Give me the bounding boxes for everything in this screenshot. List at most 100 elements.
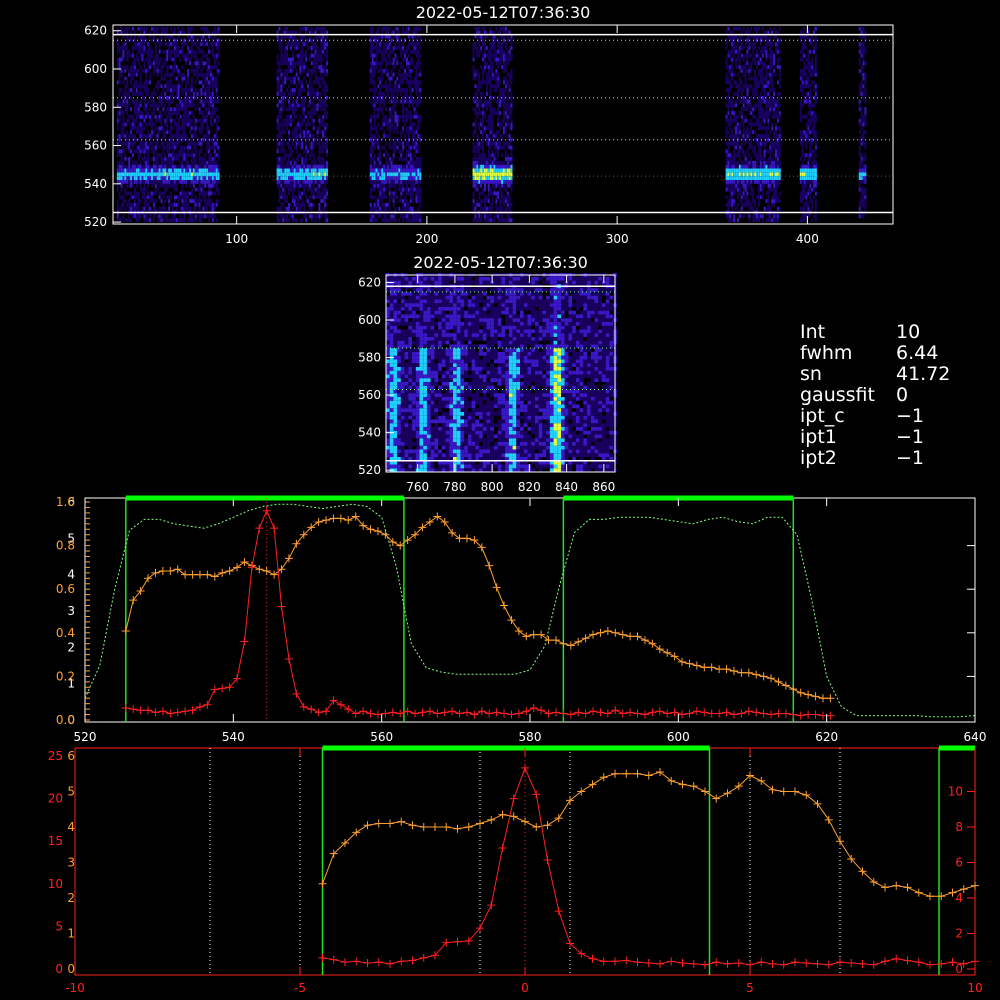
image-pixel: [485, 53, 488, 58]
image-pixel: [135, 168, 138, 173]
image-pixel: [278, 26, 281, 31]
image-pixel: [738, 122, 741, 127]
image-pixel: [409, 179, 412, 184]
image-pixel: [177, 153, 180, 158]
image-pixel: [738, 46, 741, 50]
image-pixel: [139, 153, 142, 158]
image-pixel: [206, 141, 209, 146]
image-pixel: [133, 57, 136, 62]
image-pixel: [411, 130, 414, 135]
image-pixel: [168, 42, 171, 47]
image-pixel: [324, 172, 327, 177]
image-pixel: [733, 183, 736, 188]
image-pixel: [297, 153, 300, 158]
image-pixel: [727, 176, 730, 180]
image-pixel: [405, 179, 408, 184]
image-pixel: [126, 176, 129, 180]
image-pixel: [503, 160, 505, 165]
image-pixel: [295, 218, 298, 223]
image-pixel: [183, 134, 186, 138]
image-pixel: [278, 107, 281, 112]
image-pixel: [139, 46, 142, 50]
image-pixel: [310, 164, 313, 169]
image-pixel: [314, 91, 317, 96]
image-pixel: [504, 26, 507, 31]
image-pixel: [139, 145, 142, 150]
image-pixel: [326, 53, 328, 58]
image-pixel: [369, 168, 372, 173]
image-pixel: [396, 122, 399, 127]
image-pixel: [208, 145, 211, 150]
image-pixel: [181, 179, 184, 184]
image-pixel: [489, 122, 492, 127]
image-pixel: [204, 72, 207, 77]
image-pixel: [312, 118, 315, 123]
image-pixel: [299, 179, 302, 184]
image-pixel: [289, 91, 292, 96]
image-pixel: [482, 137, 484, 142]
image-pixel: [198, 195, 201, 200]
image-pixel: [373, 141, 376, 146]
image-pixel: [324, 114, 327, 119]
image-pixel: [215, 218, 218, 223]
image-pixel: [322, 199, 325, 203]
image-pixel: [122, 80, 125, 85]
image-pixel: [409, 114, 412, 119]
image-pixel: [177, 118, 180, 123]
image-pixel: [151, 53, 153, 58]
image-pixel: [289, 118, 292, 123]
image-pixel: [173, 183, 176, 188]
image-pixel: [122, 42, 125, 47]
image-pixel: [733, 103, 736, 108]
image-pixel: [725, 214, 728, 219]
image-pixel: [504, 195, 507, 200]
image-pixel: [215, 187, 218, 192]
image-pixel: [158, 42, 161, 47]
image-pixel: [419, 46, 422, 50]
image-pixel: [752, 214, 755, 219]
image-pixel: [141, 111, 144, 115]
image-pixel: [407, 126, 410, 131]
image-pixel: [326, 214, 328, 219]
image-pixel: [400, 141, 403, 146]
image-pixel: [128, 141, 131, 146]
image-pixel: [278, 206, 281, 211]
image-pixel: [120, 183, 123, 188]
image-pixel: [381, 218, 384, 223]
image-pixel: [116, 122, 119, 127]
image-pixel: [506, 61, 509, 66]
image-pixel: [474, 107, 477, 112]
image-pixel: [472, 164, 475, 169]
image-pixel: [504, 65, 507, 70]
image-pixel: [305, 134, 308, 138]
image-pixel: [489, 49, 492, 54]
image-pixel: [480, 160, 483, 165]
image-pixel: [181, 122, 184, 127]
image-pixel: [308, 195, 311, 200]
image-pixel: [303, 95, 306, 100]
image-pixel: [404, 206, 406, 211]
image-pixel: [166, 149, 169, 154]
image-pixel: [419, 53, 422, 58]
image-pixel: [185, 107, 188, 112]
image-pixel: [310, 206, 313, 211]
image-pixel: [510, 149, 513, 154]
image-pixel: [181, 172, 184, 177]
image-pixel: [191, 95, 193, 100]
image-pixel: [508, 157, 511, 161]
image-pixel: [388, 111, 391, 115]
image-pixel: [160, 172, 163, 177]
image-pixel: [383, 103, 386, 108]
image-pixel: [503, 76, 505, 81]
image-pixel: [504, 122, 507, 127]
image-pixel: [154, 160, 157, 165]
image-pixel: [122, 49, 125, 54]
image-pixel: [200, 141, 203, 146]
image-pixel: [322, 176, 325, 180]
image-pixel: [210, 214, 212, 219]
image-pixel: [160, 65, 163, 70]
image-pixel: [394, 126, 397, 131]
image-pixel: [145, 160, 148, 165]
image-pixel: [394, 118, 397, 123]
image-pixel: [411, 206, 414, 211]
